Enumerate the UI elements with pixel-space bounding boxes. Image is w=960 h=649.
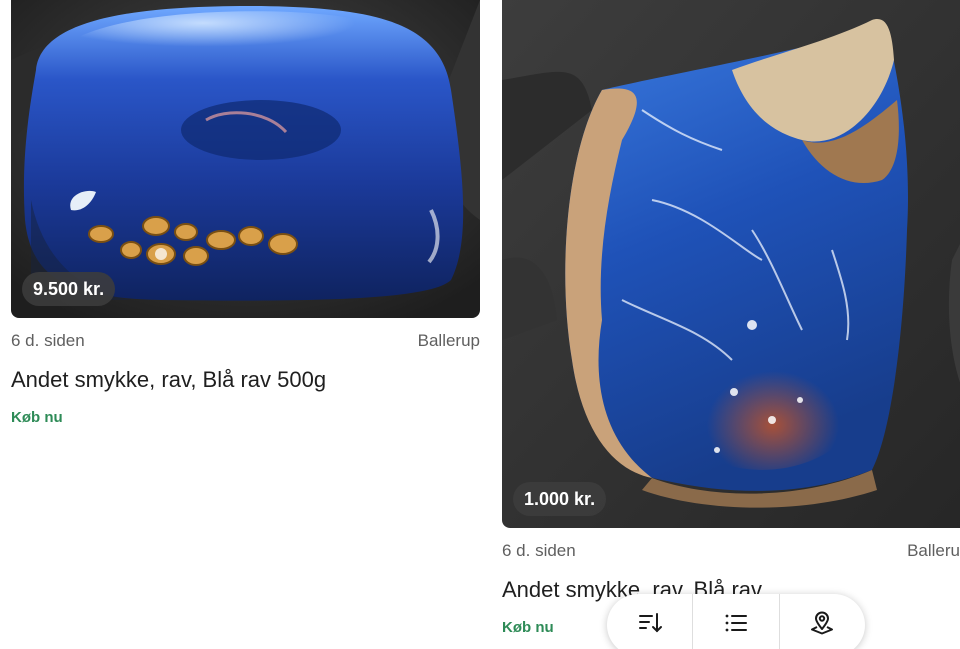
list-view-icon [725, 614, 747, 632]
listing-meta: 6 d. siden Ballerup [11, 330, 480, 352]
listing-photo[interactable]: 9.500 kr. [11, 0, 480, 318]
listing-age: 6 d. siden [11, 331, 85, 350]
list-view-button[interactable] [693, 594, 780, 649]
blue-amber-polished-photo [11, 0, 480, 318]
listing-title[interactable]: Andet smykke, rav, Blå rav 500g [11, 366, 480, 394]
sort-icon [638, 613, 662, 633]
map-pin-icon [811, 611, 834, 635]
price-badge: 1.000 kr. [513, 482, 607, 516]
map-button[interactable] [780, 594, 865, 649]
listing-age: 6 d. siden [502, 541, 576, 560]
listing-location: Ballerup [417, 331, 480, 350]
floating-toolbar [607, 594, 865, 649]
listing-meta: 6 d. siden Balleru [502, 540, 960, 562]
price-badge: 9.500 kr. [22, 272, 116, 306]
listing-location: Balleru [907, 541, 960, 560]
listing-card[interactable]: 1.000 kr. 6 d. siden Balleru Andet smykk… [502, 0, 960, 638]
listing-grid: 9.500 kr. 6 d. siden Ballerup Andet smyk… [0, 0, 960, 649]
buy-now-label: Køb nu [11, 409, 63, 426]
listing-photo[interactable]: 1.000 kr. [502, 0, 960, 528]
blue-amber-raw-photo [502, 0, 960, 528]
listing-card[interactable]: 9.500 kr. 6 d. siden Ballerup Andet smyk… [11, 0, 480, 428]
sort-button[interactable] [607, 594, 694, 649]
